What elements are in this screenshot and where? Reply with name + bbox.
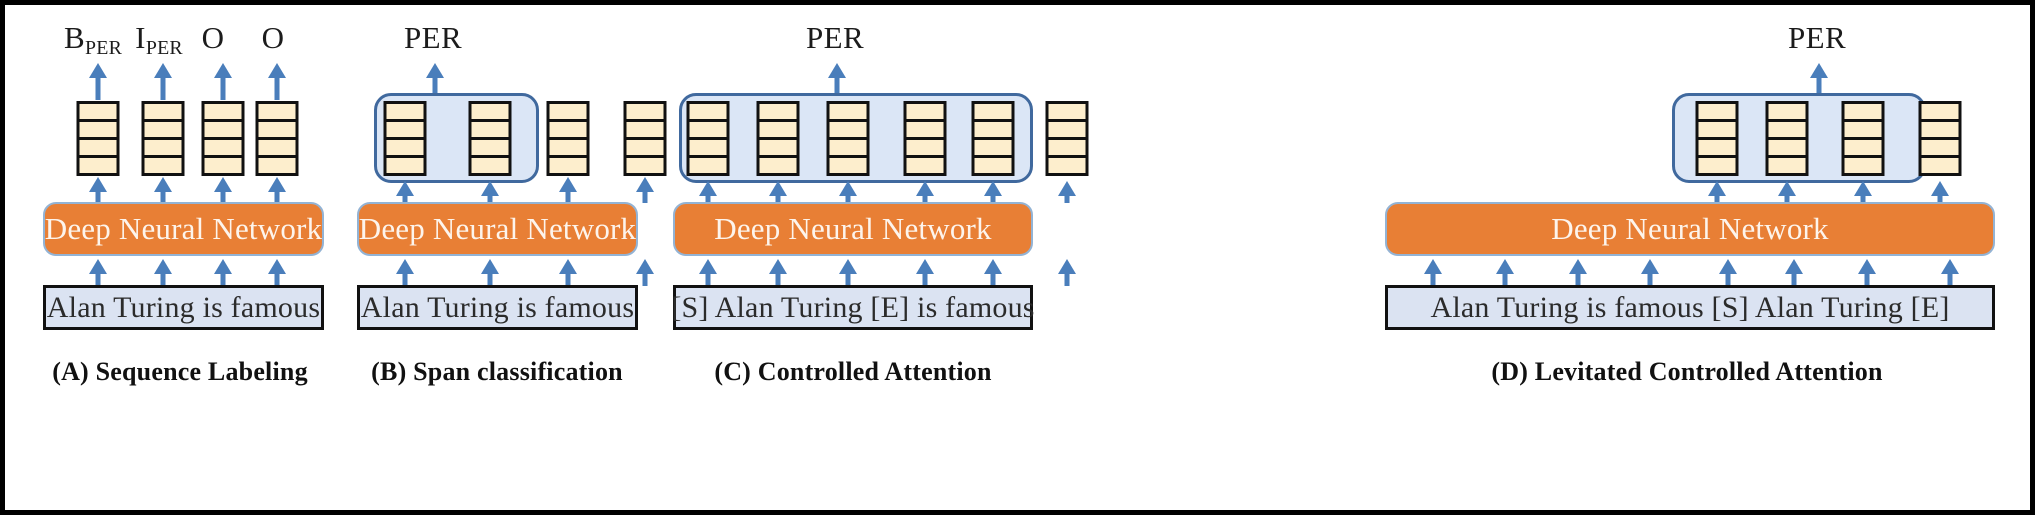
panel-caption: (D) Levitated Controlled Attention [1491,357,1883,386]
deep-neural-network-block: Deep Neural Network [357,202,638,256]
output-tag-d0: PER [1787,20,1847,55]
hidden-vector [255,101,299,176]
hidden-vector [201,101,245,176]
output-tag-a1: IPER [135,20,183,59]
input-sentence-box: Alan Turing is famous [357,285,638,330]
hidden-vector [686,101,730,176]
deep-neural-network-block: Deep Neural Network [43,202,324,256]
hidden-vector [546,101,590,176]
output-tag-b0: PER [403,20,463,55]
hidden-vector [903,101,947,176]
hidden-vector [1765,101,1809,176]
hidden-vector [141,101,185,176]
hidden-vector [971,101,1015,176]
output-tag-a0: BPER [63,20,123,59]
hidden-vector [1045,101,1089,176]
input-sentence-box: Alan Turing is famous [43,285,324,330]
input-sentence-box: [S] Alan Turing [E] is famous [671,285,1034,330]
panel-caption: (B) Span classification [371,357,623,386]
deep-neural-network-block: Deep Neural Network [673,202,1033,256]
hidden-vector [623,101,667,176]
deep-neural-network-block: Deep Neural Network [1385,202,1995,256]
output-tag-a3: O [261,20,285,55]
hidden-vector [756,101,800,176]
input-sentence-box: Alan Turing is famous [S] Alan Turing [E… [1385,285,1995,330]
hidden-vector [76,101,120,176]
hidden-vector [1695,101,1739,176]
hidden-vector [1918,101,1962,176]
output-tag-c0: PER [805,20,865,55]
hidden-vector [383,101,427,176]
figure-root: BPER IPER O O Deep Neural Network Alan T… [0,0,2035,515]
output-tag-a2: O [201,20,225,55]
panel-caption: (A) Sequence Labeling [52,357,308,386]
hidden-vector [1841,101,1885,176]
hidden-vector [826,101,870,176]
panel-caption: (C) Controlled Attention [714,357,992,386]
hidden-vector [468,101,512,176]
